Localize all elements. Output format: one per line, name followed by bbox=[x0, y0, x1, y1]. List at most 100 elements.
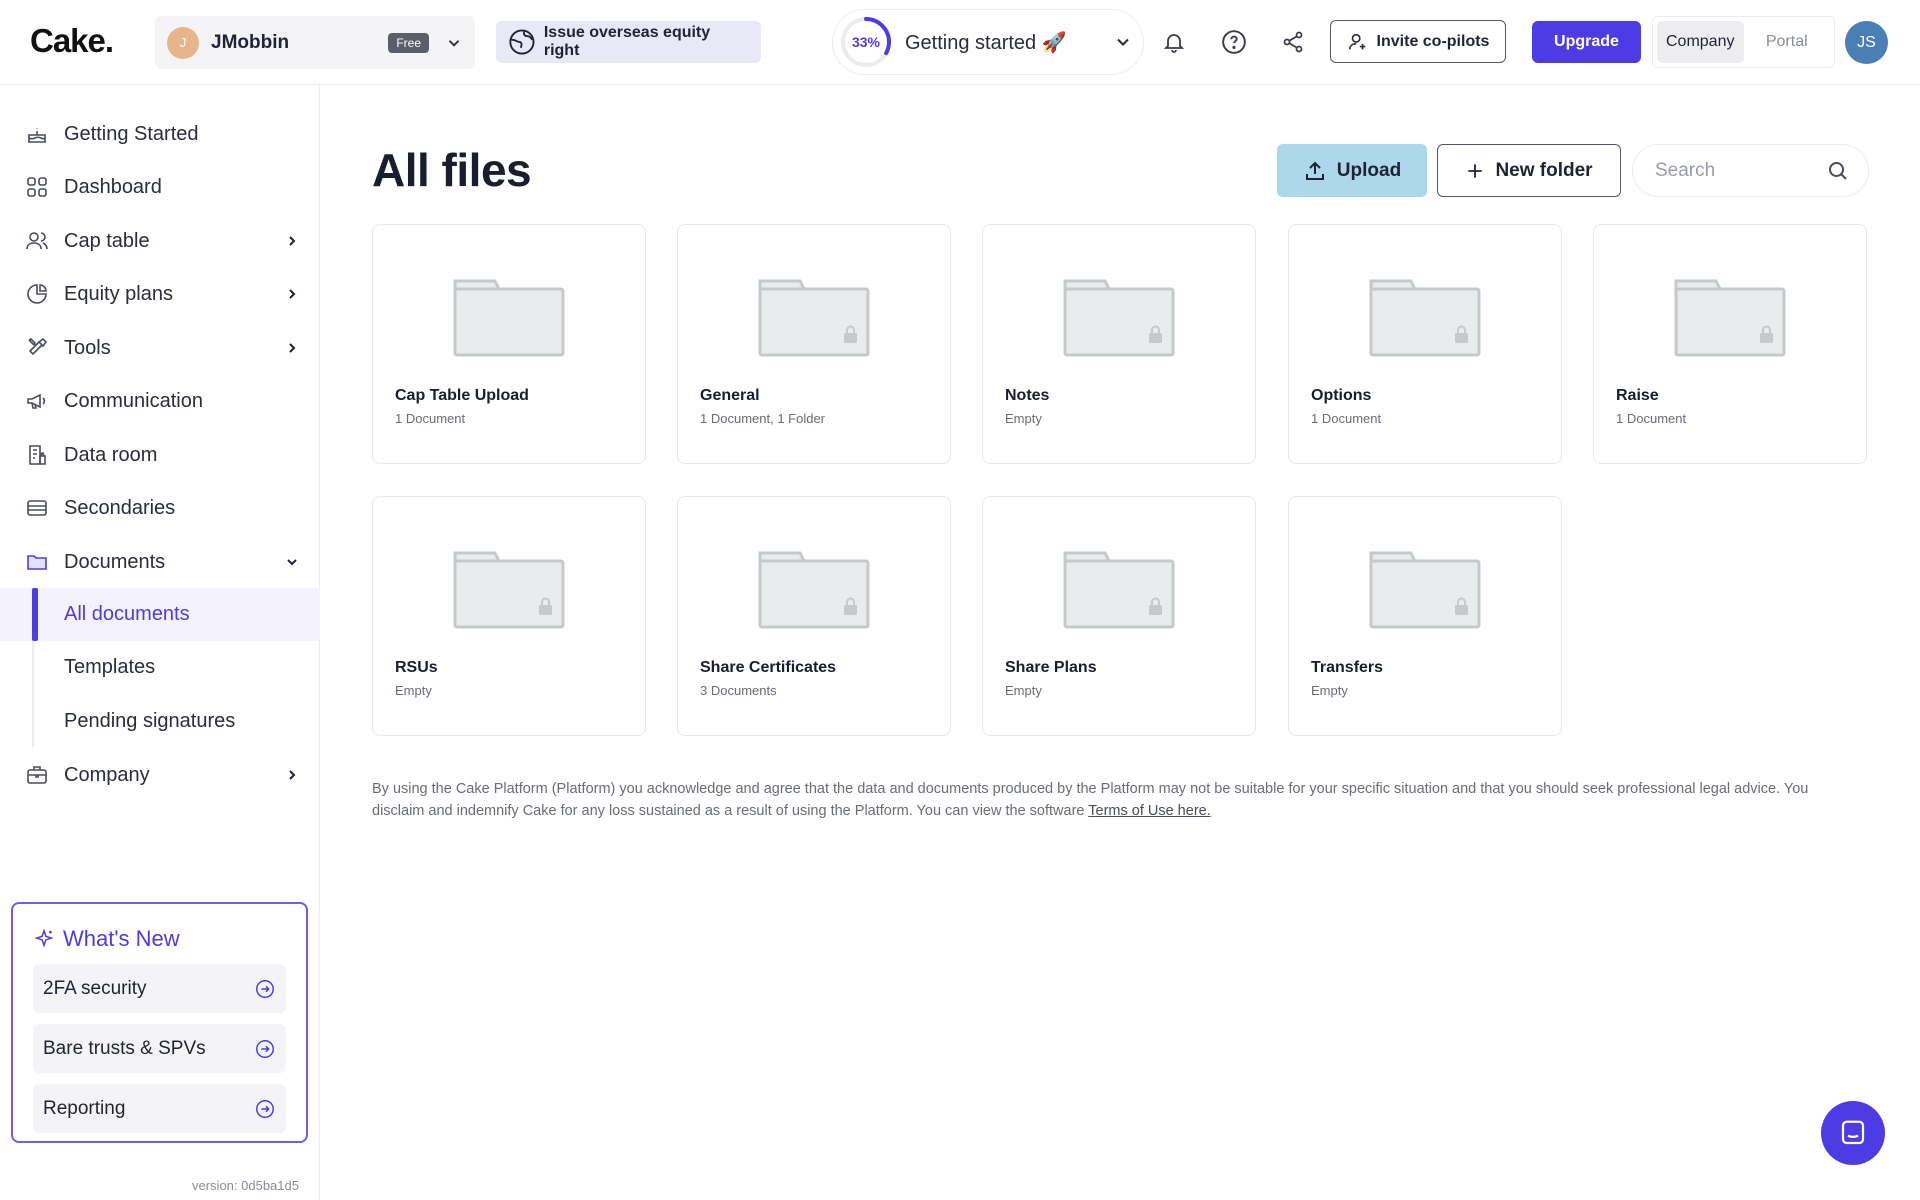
new-folder-label: New folder bbox=[1495, 159, 1593, 181]
company-name: JMobbin bbox=[211, 31, 290, 53]
whats-new-title: What's New bbox=[63, 926, 180, 951]
whats-new-item-bare-trusts[interactable]: Bare trusts & SPVs bbox=[33, 1024, 286, 1073]
sidebar-item-label: Cap table bbox=[64, 229, 150, 252]
sidebar-subitem-all-documents[interactable]: All documents bbox=[0, 588, 320, 641]
plus-icon bbox=[1468, 163, 1483, 178]
sidebar-subitem-pending-signatures[interactable]: Pending signatures bbox=[0, 695, 320, 747]
folder-name: RSUs bbox=[395, 659, 438, 676]
users-icon bbox=[24, 228, 50, 254]
folder-card[interactable]: Raise 1 Document bbox=[1593, 224, 1867, 464]
whats-new-item-reporting[interactable]: Reporting bbox=[33, 1084, 286, 1133]
chevron-right-icon bbox=[289, 343, 296, 353]
folder-icon bbox=[758, 279, 870, 357]
folder-card[interactable]: Transfers Empty bbox=[1288, 496, 1562, 736]
data-room-icon bbox=[24, 442, 50, 468]
search-input[interactable] bbox=[1655, 159, 1826, 182]
arrow-circle-right-icon bbox=[256, 979, 274, 998]
search-icon[interactable] bbox=[1826, 159, 1850, 183]
folder-card[interactable]: Cap Table Upload 1 Document bbox=[372, 224, 646, 464]
sidebar: Getting Started Dashboard Cap table Equi… bbox=[0, 85, 320, 1200]
segment-portal[interactable]: Portal bbox=[1744, 21, 1831, 63]
upload-icon bbox=[1305, 161, 1324, 180]
globe-icon bbox=[509, 29, 535, 55]
upload-button[interactable]: Upload bbox=[1277, 144, 1427, 197]
upgrade-button[interactable]: Upgrade bbox=[1532, 21, 1641, 63]
grid-icon bbox=[24, 174, 50, 200]
arrow-circle-right-icon bbox=[256, 1099, 274, 1118]
chevron-down-icon bbox=[287, 559, 297, 566]
upload-label: Upload bbox=[1336, 159, 1402, 181]
whats-new-label: Reporting bbox=[43, 1097, 126, 1119]
whats-new-label: 2FA security bbox=[43, 977, 147, 999]
whats-new-item-2fa[interactable]: 2FA security bbox=[33, 964, 286, 1013]
secondaries-icon bbox=[24, 495, 50, 521]
sidebar-item-dashboard[interactable]: Dashboard bbox=[0, 161, 320, 213]
progress-ring: 33% bbox=[839, 15, 893, 69]
terms-of-use-link[interactable]: Terms of Use here. bbox=[1088, 803, 1211, 819]
sidebar-item-label: Dashboard bbox=[64, 175, 162, 198]
issue-overseas-pill[interactable]: Issue overseas equity right bbox=[496, 21, 761, 63]
sidebar-item-label: Equity plans bbox=[64, 282, 173, 305]
invite-label: Invite co-pilots bbox=[1376, 32, 1490, 50]
sidebar-item-tools[interactable]: Tools bbox=[0, 322, 320, 374]
sidebar-item-company[interactable]: Company bbox=[0, 749, 320, 801]
search-box bbox=[1632, 144, 1869, 197]
sidebar-item-getting-started[interactable]: Getting Started bbox=[0, 108, 320, 160]
folder-meta: Empty bbox=[1005, 411, 1042, 426]
folder-card[interactable]: Share Certificates 3 Documents bbox=[677, 496, 951, 736]
page-title: All files bbox=[372, 144, 532, 196]
sidebar-item-communication[interactable]: Communication bbox=[0, 375, 320, 427]
chat-button[interactable] bbox=[1821, 1101, 1885, 1165]
folder-name: Cap Table Upload bbox=[395, 387, 529, 404]
active-indicator bbox=[32, 588, 38, 641]
sidebar-item-secondaries[interactable]: Secondaries bbox=[0, 482, 320, 534]
segment-company[interactable]: Company bbox=[1657, 21, 1744, 63]
folder-meta: 3 Documents bbox=[700, 683, 777, 698]
sidebar-subitem-templates[interactable]: Templates bbox=[0, 641, 320, 693]
chevron-right-icon bbox=[289, 770, 296, 780]
folder-meta: Empty bbox=[1005, 683, 1042, 698]
help-icon[interactable] bbox=[1218, 26, 1250, 58]
folder-meta: Empty bbox=[1311, 683, 1348, 698]
folder-name: Raise bbox=[1616, 387, 1659, 404]
bell-icon[interactable] bbox=[1158, 26, 1190, 58]
tools-icon bbox=[24, 335, 50, 361]
folder-meta: 1 Document, 1 Folder bbox=[700, 411, 826, 426]
briefcase-icon bbox=[24, 762, 50, 788]
cake-icon bbox=[24, 121, 50, 147]
sparkle-icon bbox=[34, 928, 54, 948]
new-folder-button[interactable]: New folder bbox=[1437, 144, 1621, 197]
sidebar-item-label: Getting Started bbox=[64, 122, 199, 145]
folder-card[interactable]: Share Plans Empty bbox=[982, 496, 1256, 736]
user-avatar[interactable]: JS bbox=[1845, 21, 1888, 64]
sidebar-item-cap-table[interactable]: Cap table bbox=[0, 215, 320, 267]
invite-copilots-button[interactable]: Invite co-pilots bbox=[1330, 20, 1506, 63]
sidebar-item-label: Communication bbox=[64, 389, 203, 412]
folder-name: Notes bbox=[1005, 387, 1050, 404]
sidebar-item-data-room[interactable]: Data room bbox=[0, 429, 320, 481]
company-portal-toggle: Company Portal bbox=[1652, 16, 1835, 68]
share-icon[interactable] bbox=[1277, 26, 1309, 58]
folder-card[interactable]: General 1 Document, 1 Folder bbox=[677, 224, 951, 464]
folder-icon bbox=[24, 549, 50, 575]
getting-started-dropdown[interactable]: 33% Getting started 🚀 bbox=[832, 9, 1144, 75]
pie-chart-icon bbox=[24, 281, 50, 307]
company-avatar: J bbox=[167, 26, 199, 59]
sidebar-item-label: Documents bbox=[64, 550, 166, 573]
folder-icon bbox=[1063, 279, 1175, 357]
folder-name: Transfers bbox=[1311, 659, 1384, 676]
add-user-icon bbox=[1348, 33, 1365, 49]
whats-new-label: Bare trusts & SPVs bbox=[43, 1037, 206, 1059]
sidebar-item-documents[interactable]: Documents bbox=[0, 536, 320, 588]
company-switcher[interactable]: J JMobbin Free bbox=[155, 16, 475, 69]
folder-name: Share Plans bbox=[1005, 659, 1097, 676]
folder-icon bbox=[453, 279, 565, 357]
folder-icon bbox=[1369, 551, 1481, 629]
sidebar-item-equity-plans[interactable]: Equity plans bbox=[0, 268, 320, 320]
folder-card[interactable]: RSUs Empty bbox=[372, 496, 646, 736]
cake-logo[interactable]: Cake. bbox=[30, 22, 114, 60]
folder-card[interactable]: Notes Empty bbox=[982, 224, 1256, 464]
folder-card[interactable]: Options 1 Document bbox=[1288, 224, 1562, 464]
sidebar-item-label: Secondaries bbox=[64, 496, 176, 519]
folder-name: General bbox=[700, 387, 760, 404]
